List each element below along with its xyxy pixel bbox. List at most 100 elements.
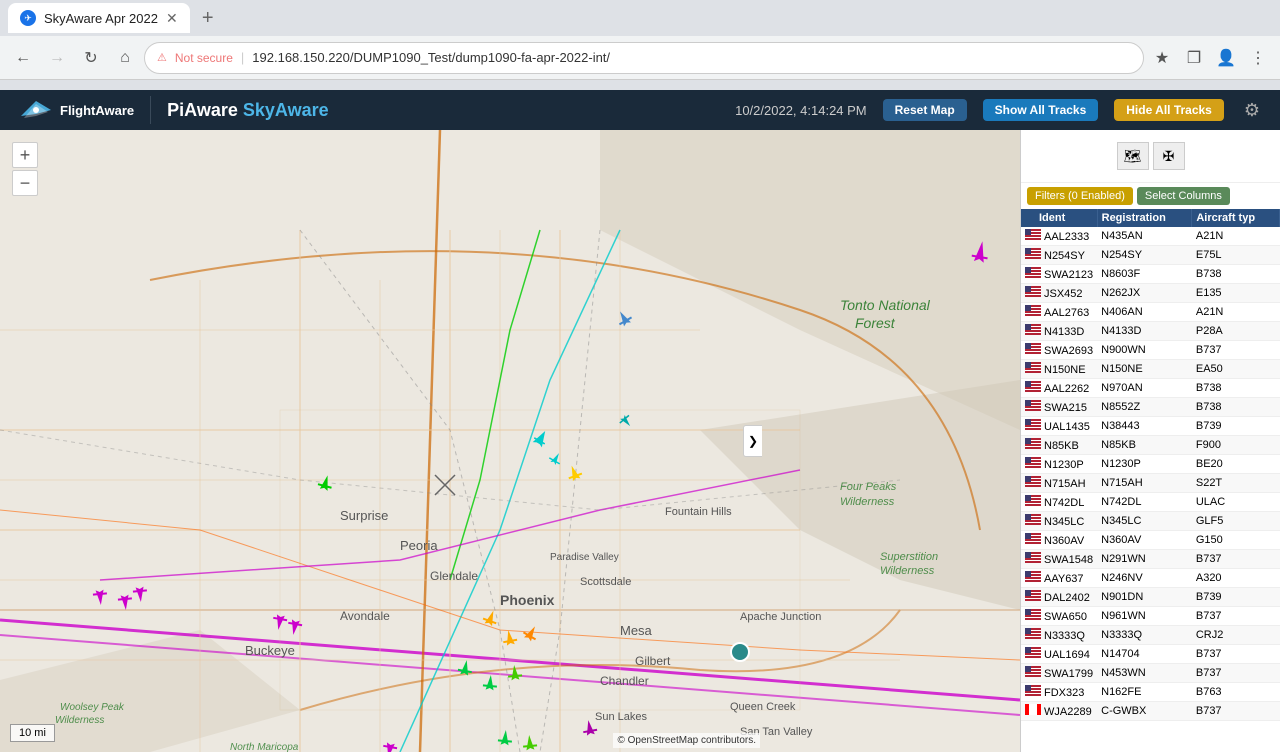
aircraft-type: F900 <box>1192 436 1280 455</box>
table-row[interactable]: SWA2123 N8603F B738 <box>1021 265 1280 284</box>
map-background: Tonto National Forest Four Peaks Wildern… <box>0 130 1020 752</box>
flag-icon <box>1025 533 1041 544</box>
table-row[interactable]: UAL1435 N38443 B739 <box>1021 417 1280 436</box>
show-all-tracks-button[interactable]: Show All Tracks <box>983 99 1099 121</box>
table-row[interactable]: DAL2402 N901DN B739 <box>1021 588 1280 607</box>
aircraft-registration: N150NE <box>1097 360 1192 379</box>
grid-tool-button[interactable]: ✠ <box>1153 142 1185 170</box>
share-button[interactable]: ❐ <box>1180 44 1208 72</box>
aircraft-registration: N38443 <box>1097 417 1192 436</box>
aircraft-ident: N254SY <box>1021 246 1097 265</box>
table-row[interactable]: FDX323 N162FE B763 <box>1021 683 1280 702</box>
svg-text:Four Peaks: Four Peaks <box>840 481 897 493</box>
aircraft-type: B738 <box>1192 379 1280 398</box>
settings-button[interactable]: ⚙ <box>1240 96 1264 125</box>
aircraft-type: EA50 <box>1192 360 1280 379</box>
table-row[interactable]: SWA1548 N291WN B737 <box>1021 550 1280 569</box>
table-row[interactable]: SWA2693 N900WN B737 <box>1021 341 1280 360</box>
account-button[interactable]: 👤 <box>1212 44 1240 72</box>
url-display: 192.168.150.220/DUMP1090_Test/dump1090-f… <box>252 50 610 65</box>
aircraft-registration: N900WN <box>1097 341 1192 360</box>
aircraft-type: B739 <box>1192 417 1280 436</box>
aircraft-type: CRJ2 <box>1192 626 1280 645</box>
table-row[interactable]: JSX452 N262JX E135 <box>1021 284 1280 303</box>
logo-text: FlightAware <box>60 103 134 118</box>
table-row[interactable]: AAL2763 N406AN A21N <box>1021 303 1280 322</box>
flag-icon <box>1025 400 1041 411</box>
filters-button[interactable]: Filters (0 Enabled) <box>1027 187 1133 205</box>
svg-text:Peoria: Peoria <box>400 538 438 553</box>
table-row[interactable]: N3333Q N3333Q CRJ2 <box>1021 626 1280 645</box>
aircraft-registration: N970AN <box>1097 379 1192 398</box>
tab-close-button[interactable]: ✕ <box>166 10 178 27</box>
tab-title: SkyAware Apr 2022 <box>44 11 158 26</box>
aircraft-table-body: AAL2333 N435AN A21N N254SY N254SY E75L S… <box>1021 227 1280 721</box>
flag-icon <box>1025 229 1041 240</box>
aircraft-registration: N162FE <box>1097 683 1192 702</box>
new-tab-button[interactable]: + <box>194 4 222 32</box>
col-aircraft-type[interactable]: Aircraft typ <box>1192 209 1280 227</box>
hide-all-tracks-button[interactable]: Hide All Tracks <box>1114 99 1224 121</box>
table-row[interactable]: N1230P N1230P BE20 <box>1021 455 1280 474</box>
col-registration[interactable]: Registration <box>1097 209 1192 227</box>
aircraft-registration: N1230P <box>1097 455 1192 474</box>
flightaware-logo: FlightAware <box>16 96 151 124</box>
map-area[interactable]: Tonto National Forest Four Peaks Wildern… <box>0 130 1020 752</box>
table-row[interactable]: AAL2333 N435AN A21N <box>1021 227 1280 246</box>
table-row[interactable]: N4133D N4133D P28A <box>1021 322 1280 341</box>
aircraft-type: G150 <box>1192 531 1280 550</box>
tab-favicon: ✈ <box>20 10 36 26</box>
main-content: Tonto National Forest Four Peaks Wildern… <box>0 130 1280 752</box>
aircraft-type: B738 <box>1192 265 1280 284</box>
table-row[interactable]: AAY637 N246NV A320 <box>1021 569 1280 588</box>
table-row[interactable]: N345LC N345LC GLF5 <box>1021 512 1280 531</box>
table-header-row: Ident Registration Aircraft typ <box>1021 209 1280 227</box>
datetime-display: 10/2/2022, 4:14:24 PM <box>735 103 867 118</box>
svg-text:Buckeye: Buckeye <box>245 643 295 658</box>
svg-text:Glendale: Glendale <box>430 569 478 583</box>
table-row[interactable]: SWA215 N8552Z B738 <box>1021 398 1280 417</box>
svg-text:Paradise Valley: Paradise Valley <box>550 552 619 563</box>
filter-bar: Filters (0 Enabled) Select Columns <box>1021 183 1280 209</box>
flag-icon <box>1025 324 1041 335</box>
table-row[interactable]: AAL2262 N970AN B738 <box>1021 379 1280 398</box>
select-columns-button[interactable]: Select Columns <box>1137 187 1230 205</box>
home-button[interactable]: ⌂ <box>110 43 140 73</box>
aircraft-registration: N3333Q <box>1097 626 1192 645</box>
aircraft-table-area[interactable]: Ident Registration Aircraft typ AAL2333 … <box>1021 209 1280 752</box>
svg-text:North Maricopa: North Maricopa <box>230 742 299 752</box>
table-row[interactable]: SWA1799 N453WN B737 <box>1021 664 1280 683</box>
aircraft-type: BE20 <box>1192 455 1280 474</box>
panel-toggle-button[interactable]: ❯ <box>743 425 762 457</box>
map-tool-button[interactable]: 🗺 <box>1117 142 1149 170</box>
browser-tab[interactable]: ✈ SkyAware Apr 2022 ✕ <box>8 3 190 33</box>
aircraft-type: B737 <box>1192 664 1280 683</box>
table-row[interactable]: N360AV N360AV G150 <box>1021 531 1280 550</box>
refresh-button[interactable]: ↻ <box>76 43 106 73</box>
flag-icon <box>1025 438 1041 449</box>
flag-icon <box>1025 476 1041 487</box>
reset-map-button[interactable]: Reset Map <box>883 99 967 121</box>
zoom-in-button[interactable]: + <box>12 142 38 168</box>
table-row[interactable]: N85KB N85KB F900 <box>1021 436 1280 455</box>
table-row[interactable]: N150NE N150NE EA50 <box>1021 360 1280 379</box>
aircraft-registration: N345LC <box>1097 512 1192 531</box>
col-ident[interactable]: Ident <box>1021 209 1097 227</box>
aircraft-type: B763 <box>1192 683 1280 702</box>
table-row[interactable]: N742DL N742DL ULAC <box>1021 493 1280 512</box>
sidebar-tools: 🗺 ✠ <box>1021 130 1280 183</box>
forward-button[interactable]: → <box>42 43 72 73</box>
app-header: FlightAware PiAware SkyAware 10/2/2022, … <box>0 90 1280 130</box>
table-row[interactable]: N715AH N715AH S22T <box>1021 474 1280 493</box>
table-row[interactable]: WJA2289 C-GWBX B737 <box>1021 702 1280 721</box>
address-bar[interactable]: ⚠ Not secure | 192.168.150.220/DUMP1090_… <box>144 42 1144 74</box>
table-row[interactable]: SWA650 N961WN B737 <box>1021 607 1280 626</box>
more-button[interactable]: ⋮ <box>1244 44 1272 72</box>
aircraft-type: S22T <box>1192 474 1280 493</box>
table-row[interactable]: N254SY N254SY E75L <box>1021 246 1280 265</box>
zoom-out-button[interactable]: − <box>12 170 38 196</box>
bookmark-star-button[interactable]: ★ <box>1148 44 1176 72</box>
back-button[interactable]: ← <box>8 43 38 73</box>
table-row[interactable]: UAL1694 N14704 B737 <box>1021 645 1280 664</box>
aircraft-ident: N150NE <box>1021 360 1097 379</box>
